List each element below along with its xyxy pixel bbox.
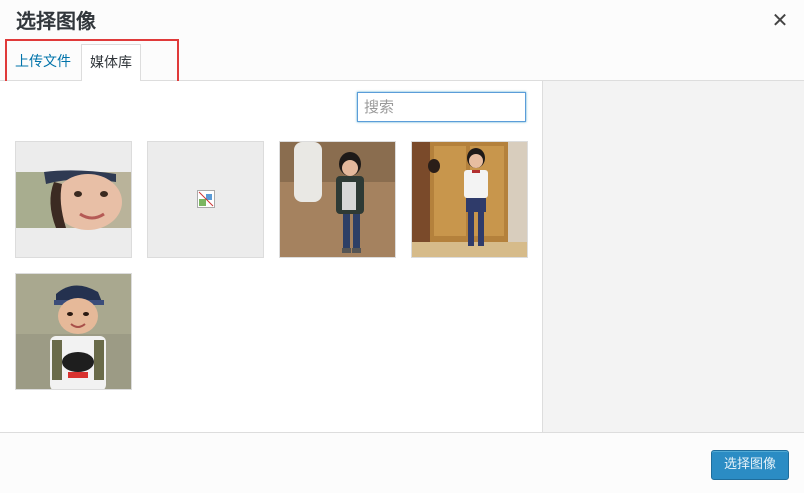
- media-thumb-5[interactable]: [15, 273, 132, 390]
- photo-child-cap: [16, 274, 131, 389]
- media-thumb-1[interactable]: [15, 141, 132, 258]
- photo-girl-indoor: [412, 142, 527, 257]
- photo-girl-outdoor: [280, 142, 395, 257]
- broken-image-icon: [197, 190, 215, 208]
- media-grid-area: [0, 81, 542, 432]
- modal-tabs: 上传文件 媒体库: [0, 44, 804, 82]
- modal-header: 选择图像 ✕: [0, 0, 804, 44]
- attachment-details-sidebar: [542, 81, 804, 432]
- modal-title: 选择图像: [16, 9, 96, 33]
- tab-media-library[interactable]: 媒体库: [81, 44, 141, 82]
- close-icon[interactable]: ✕: [770, 10, 790, 30]
- media-thumb-2[interactable]: [147, 141, 264, 258]
- tab-upload-files[interactable]: 上传文件: [7, 44, 79, 81]
- media-thumb-3[interactable]: [279, 141, 396, 258]
- modal-footer: 选择图像: [0, 432, 804, 493]
- select-image-button[interactable]: 选择图像: [711, 450, 789, 480]
- media-thumb-4[interactable]: [411, 141, 528, 258]
- search-input[interactable]: [357, 92, 526, 122]
- media-modal: 选择图像 ✕ 上传文件 媒体库 搜索 选择图像: [0, 0, 804, 493]
- photo-face-closeup: [16, 142, 131, 257]
